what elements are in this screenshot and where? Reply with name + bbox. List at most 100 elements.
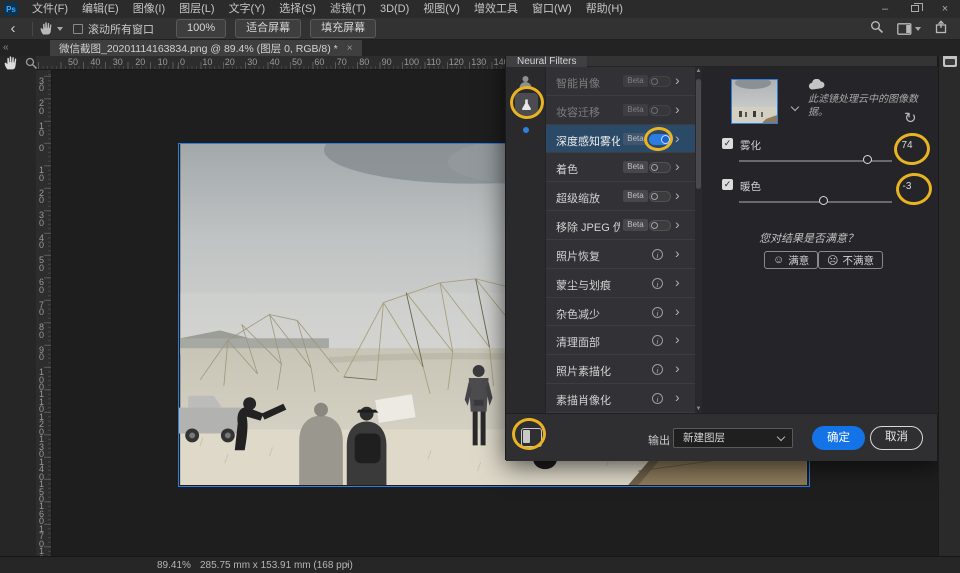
chevron-right-icon[interactable]: ›: [675, 245, 680, 261]
chevron-right-icon[interactable]: ›: [675, 389, 680, 405]
chevron-right-icon[interactable]: ›: [675, 130, 680, 146]
hand-tool-icon[interactable]: [3, 55, 19, 76]
hruler-label: 70: [337, 57, 347, 67]
filter-row-8[interactable]: 杂色减少i›: [546, 298, 695, 327]
satisfied-button[interactable]: ☺ 满意: [764, 251, 818, 269]
menu-item-5[interactable]: 选择(S): [272, 0, 323, 18]
menu-item-3[interactable]: 图层(L): [172, 0, 221, 18]
scrollbar-thumb[interactable]: [696, 79, 701, 189]
vruler-label: 1 7 0: [39, 526, 44, 549]
chevron-right-icon[interactable]: ›: [675, 274, 680, 290]
filter-toggle[interactable]: [649, 220, 671, 231]
filter-toggle[interactable]: [649, 162, 671, 173]
warmth-slider-knob[interactable]: [819, 196, 828, 205]
filter-label: 照片恢复: [556, 248, 600, 264]
document-tab[interactable]: 微信截图_20201114163834.png @ 89.4% (图层 0, R…: [50, 40, 362, 56]
chevron-right-icon[interactable]: ›: [675, 158, 680, 174]
menu-item-7[interactable]: 3D(D): [373, 0, 416, 18]
search-icon[interactable]: [870, 20, 884, 37]
info-icon[interactable]: i: [652, 278, 663, 289]
info-icon[interactable]: i: [652, 249, 663, 260]
warmth-slider-track[interactable]: [739, 201, 892, 203]
beta-badge: Beta: [623, 161, 648, 173]
minimize-icon[interactable]: –: [870, 0, 900, 18]
library-panel-icon[interactable]: [943, 55, 957, 67]
hruler-label: 120: [449, 57, 464, 67]
chevron-right-icon[interactable]: ›: [675, 101, 680, 117]
zoom-100-button[interactable]: 100%: [176, 19, 226, 38]
status-zoom-field[interactable]: 89.41%: [157, 560, 191, 571]
filter-label: 照片素描化: [556, 363, 611, 379]
chevron-right-icon[interactable]: ›: [675, 303, 680, 319]
filter-row-11[interactable]: 素描肖像化i›: [546, 384, 695, 413]
info-icon[interactable]: i: [652, 335, 663, 346]
hruler-label: 100: [404, 57, 419, 67]
filter-row-4[interactable]: 超级缩放Beta›: [546, 182, 695, 211]
restore-icon[interactable]: [900, 0, 930, 18]
reset-icon[interactable]: ↺: [904, 109, 917, 127]
menu-item-0[interactable]: 文件(F): [25, 0, 75, 18]
hand-tool-icon[interactable]: [39, 21, 63, 36]
filter-toggle[interactable]: [649, 191, 671, 202]
close-icon[interactable]: ×: [930, 0, 960, 18]
scroll-up-icon[interactable]: ▲: [695, 68, 702, 74]
share-icon[interactable]: [934, 20, 948, 37]
scroll-down-icon[interactable]: ▼: [695, 406, 702, 412]
info-icon[interactable]: i: [652, 364, 663, 375]
beta-badge: Beta: [623, 75, 648, 87]
filter-settings-pane: 此滤镜处理云中的图像数据。 ↺ ✓ 雾化 74 ✓ 暖色 -3 您对结果是否满意…: [702, 67, 939, 413]
info-icon[interactable]: i: [652, 307, 663, 318]
toggle-knob: [651, 107, 658, 114]
hruler-label: 40: [270, 57, 280, 67]
fit-screen-button[interactable]: 适合屏幕: [235, 19, 301, 38]
filter-row-6[interactable]: 照片恢复 i ›: [546, 240, 695, 269]
menu-item-1[interactable]: 编辑(E): [75, 0, 126, 18]
status-expander-icon[interactable]: ›: [345, 559, 348, 570]
menu-item-9[interactable]: 增效工具: [467, 0, 525, 18]
workspace-icon[interactable]: [897, 23, 921, 35]
filter-row-10[interactable]: 照片素描化 i ›: [546, 355, 695, 384]
vertical-ruler: 3 02 01 001 02 03 04 05 06 07 08 09 01 0…: [36, 70, 52, 556]
filter-list-scrollbar[interactable]: ▲ ▼: [695, 67, 702, 413]
chevron-right-icon[interactable]: ›: [675, 360, 680, 376]
menu-item-10[interactable]: 窗口(W): [525, 0, 579, 18]
warmth-checkbox[interactable]: ✓: [722, 179, 733, 190]
filter-toggle[interactable]: [649, 76, 671, 87]
preview-thumbnail[interactable]: [731, 79, 778, 124]
chevron-right-icon[interactable]: ›: [675, 187, 680, 203]
filter-label: 清理面部: [556, 334, 600, 350]
menu-item-11[interactable]: 帮助(H): [579, 0, 630, 18]
chevron-right-icon[interactable]: ›: [675, 216, 680, 232]
back-icon[interactable]: ‹: [0, 19, 26, 39]
zoom-tool-icon[interactable]: [25, 57, 38, 75]
thumbnail-chevron-icon[interactable]: [792, 97, 798, 115]
tab-close-icon[interactable]: ×: [347, 43, 353, 54]
menu-item-6[interactable]: 滤镜(T): [323, 0, 373, 18]
filter-row-0[interactable]: 智能肖像Beta›: [546, 67, 695, 96]
output-select[interactable]: 新建图层: [673, 428, 793, 448]
chevron-right-icon[interactable]: ›: [675, 331, 680, 347]
filter-row-5[interactable]: 移除 JPEG 伪...Beta›: [546, 211, 695, 240]
filter-row-9[interactable]: 清理面部 i ›: [546, 326, 695, 355]
fill-screen-button[interactable]: 填充屏幕: [310, 19, 376, 38]
info-icon[interactable]: i: [652, 393, 663, 404]
chevron-right-icon[interactable]: ›: [675, 72, 680, 88]
status-document-dimensions: 285.75 mm x 153.91 mm (168 ppi): [200, 560, 353, 571]
vruler-label: 3 0: [39, 78, 44, 93]
menu-item-2[interactable]: 图像(I): [126, 0, 172, 18]
vruler-label: 7 0: [39, 302, 44, 317]
toggle-knob: [651, 193, 658, 200]
menu-item-8[interactable]: 视图(V): [416, 0, 467, 18]
ok-button[interactable]: 确定: [812, 426, 865, 450]
menu-item-4[interactable]: 文字(Y): [222, 0, 273, 18]
tab-collapse-icon[interactable]: «: [3, 40, 9, 56]
scroll-all-windows-checkbox[interactable]: [73, 24, 83, 34]
not-satisfied-button[interactable]: ☹ 不满意: [818, 251, 883, 269]
fog-checkbox[interactable]: ✓: [722, 138, 733, 149]
filter-row-1[interactable]: 妆容迁移Beta›: [546, 96, 695, 125]
filter-row-7[interactable]: 蒙尘与划痕i›: [546, 269, 695, 298]
fog-slider-knob[interactable]: [863, 155, 872, 164]
filter-row-3[interactable]: 着色Beta›: [546, 153, 695, 182]
cancel-button[interactable]: 取消: [870, 426, 923, 450]
filter-toggle[interactable]: [649, 105, 671, 116]
